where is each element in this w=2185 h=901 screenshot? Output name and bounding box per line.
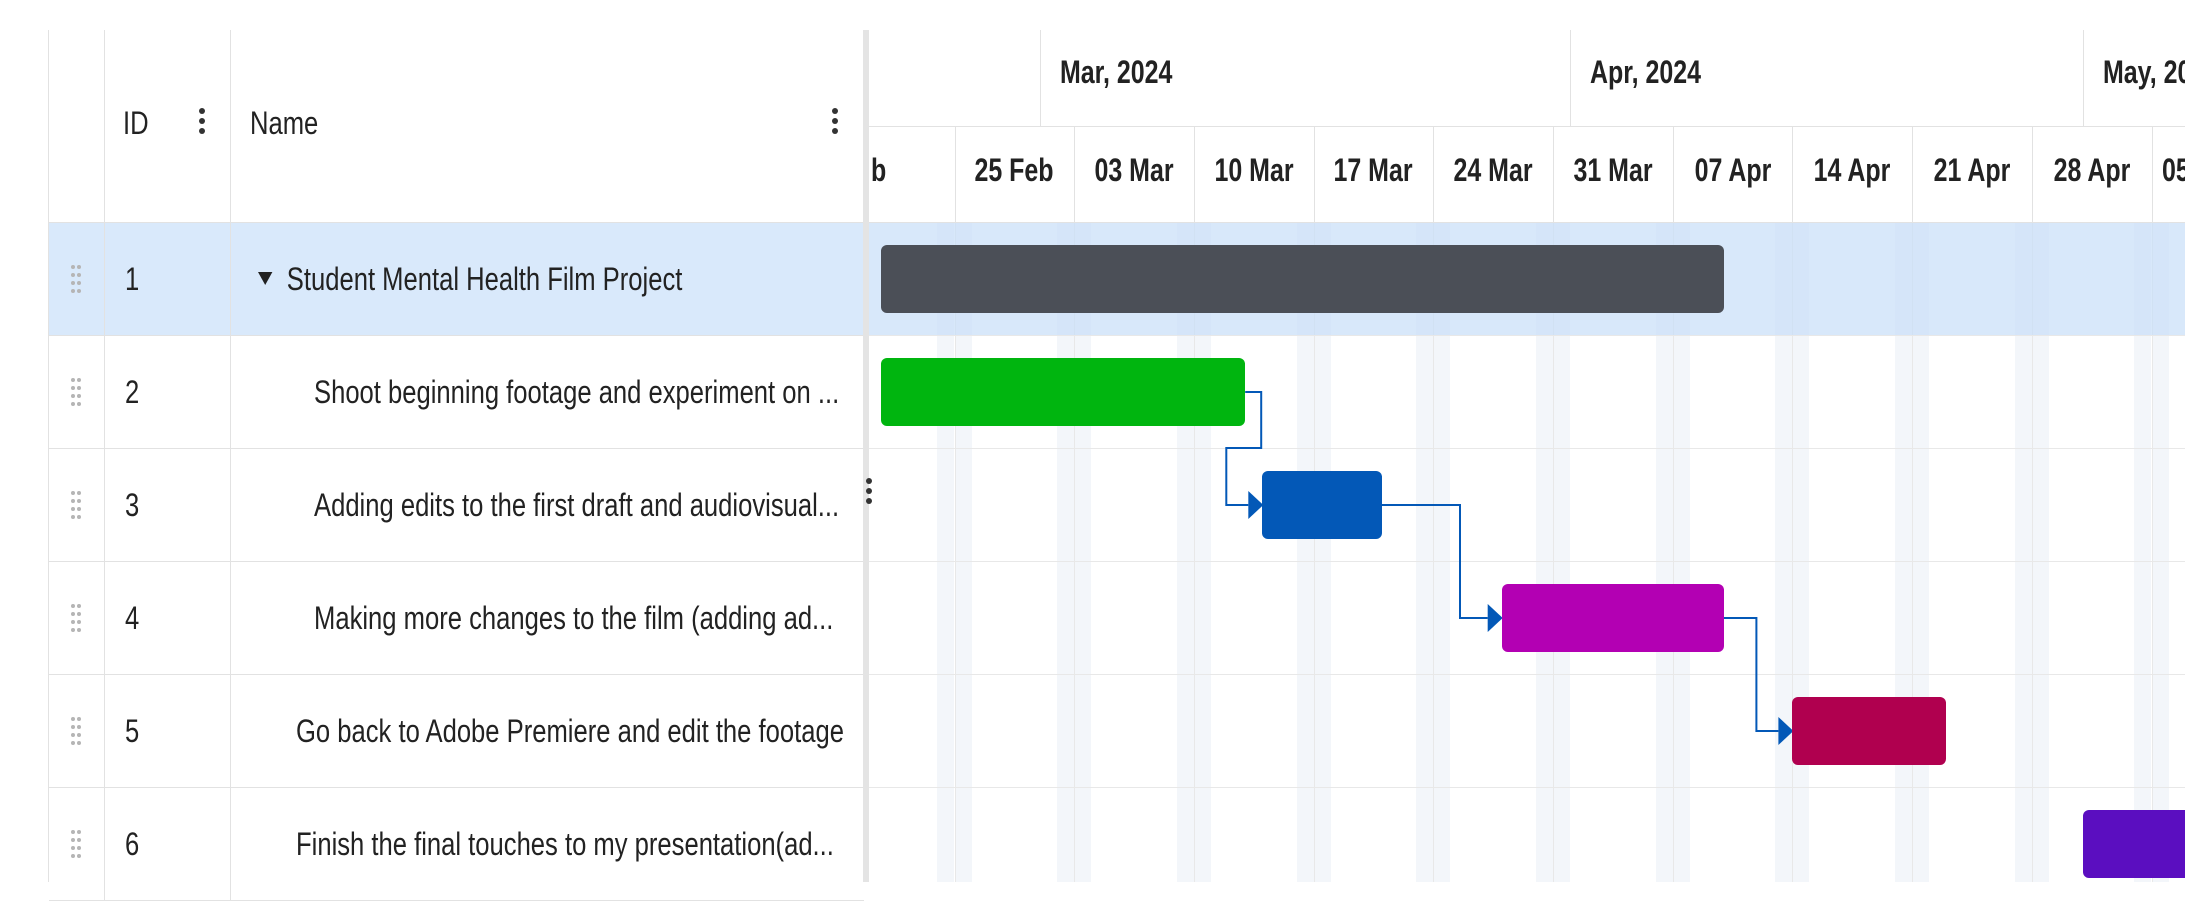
month-divider bbox=[1570, 30, 1571, 127]
task-name-text: Making more changes to the film (adding … bbox=[314, 600, 833, 636]
task-name-cell[interactable]: Finish the final touches to my presentat… bbox=[296, 788, 834, 901]
column-divider bbox=[104, 30, 105, 223]
task-name-text: Shoot beginning footage and experiment o… bbox=[314, 374, 839, 410]
column-divider bbox=[104, 223, 105, 336]
month-label: Mar, 2024 bbox=[1060, 54, 1172, 91]
drag-handle-icon[interactable] bbox=[71, 378, 83, 408]
week-label: 31 Mar bbox=[1566, 152, 1660, 189]
week-divider bbox=[1912, 127, 1913, 223]
task-name-text: Adding edits to the first draft and audi… bbox=[314, 487, 839, 523]
week-label: 17 Mar bbox=[1327, 152, 1421, 189]
dependency-arrow-icon bbox=[1778, 717, 1793, 745]
task-bar[interactable] bbox=[1502, 584, 1724, 652]
task-name-text: Go back to Adobe Premiere and edit the f… bbox=[296, 713, 844, 749]
month-divider bbox=[1040, 30, 1041, 127]
name-column-menu-icon[interactable] bbox=[832, 108, 840, 138]
column-divider bbox=[230, 562, 231, 675]
column-divider bbox=[230, 223, 231, 336]
task-grid: ID Name 1 Student Mental Health Film Proj… bbox=[48, 30, 863, 882]
task-bar[interactable] bbox=[881, 358, 1245, 426]
week-divider bbox=[1792, 127, 1793, 223]
week-divider bbox=[955, 127, 956, 223]
column-divider bbox=[104, 449, 105, 562]
drag-handle-icon[interactable] bbox=[71, 265, 83, 295]
task-id-cell: 3 bbox=[125, 449, 139, 562]
task-name-cell[interactable]: Student Mental Health Film Project bbox=[258, 223, 682, 336]
dependency-line[interactable] bbox=[1382, 505, 1488, 618]
table-row[interactable]: 2 Shoot beginning footage and experiment … bbox=[49, 336, 864, 449]
drag-handle-icon[interactable] bbox=[71, 717, 83, 747]
week-label: 05 M bbox=[2162, 152, 2185, 189]
column-divider bbox=[230, 788, 231, 901]
table-row[interactable]: 4 Making more changes to the film (adding… bbox=[49, 562, 864, 675]
week-label: 14 Apr bbox=[1805, 152, 1899, 189]
column-divider bbox=[230, 30, 231, 223]
gantt-body bbox=[869, 223, 2185, 882]
column-divider bbox=[104, 336, 105, 449]
table-row[interactable]: 6 Finish the final touches to my presenta… bbox=[49, 788, 864, 901]
week-label: 25 Feb bbox=[968, 152, 1062, 189]
week-label: 07 Apr bbox=[1686, 152, 1780, 189]
name-column-header[interactable]: Name bbox=[250, 105, 318, 142]
drag-handle-icon[interactable] bbox=[71, 491, 83, 521]
collapse-caret-icon[interactable] bbox=[258, 272, 272, 285]
task-name-cell[interactable]: Making more changes to the film (adding … bbox=[314, 562, 833, 675]
week-divider bbox=[1314, 127, 1315, 223]
gantt-chart: Mar, 2024 Apr, 2024 May, 2024 b 25 Feb 03 Ma… bbox=[869, 30, 2185, 882]
week-divider bbox=[2152, 127, 2153, 223]
table-row[interactable]: 1 Student Mental Health Film Project bbox=[49, 223, 864, 336]
column-divider bbox=[104, 562, 105, 675]
week-divider bbox=[1433, 127, 1434, 223]
week-label: 24 Mar bbox=[1446, 152, 1540, 189]
drag-handle-icon[interactable] bbox=[71, 604, 83, 634]
task-id-cell: 4 bbox=[125, 562, 139, 675]
timeline-header-divider bbox=[869, 126, 2185, 127]
month-label: May, 2024 bbox=[2103, 54, 2185, 91]
task-name-text: Finish the final touches to my presentat… bbox=[296, 826, 834, 862]
summary-task-bar[interactable] bbox=[881, 245, 1724, 313]
column-divider bbox=[104, 675, 105, 788]
week-divider bbox=[1553, 127, 1554, 223]
week-label: 28 Apr bbox=[2045, 152, 2139, 189]
drag-handle-icon[interactable] bbox=[71, 830, 83, 860]
id-column-menu-icon[interactable] bbox=[199, 108, 207, 138]
week-divider bbox=[1194, 127, 1195, 223]
task-id-cell: 1 bbox=[125, 223, 139, 336]
dependency-links bbox=[869, 223, 2185, 882]
task-id-cell: 6 bbox=[125, 788, 139, 901]
week-label: 21 Apr bbox=[1925, 152, 2019, 189]
timeline-header: Mar, 2024 Apr, 2024 May, 2024 b 25 Feb 03 Ma… bbox=[869, 30, 2185, 223]
dependency-line[interactable] bbox=[1724, 618, 1778, 731]
table-row[interactable]: 5 Go back to Adobe Premiere and edit the … bbox=[49, 675, 864, 788]
column-divider bbox=[230, 675, 231, 788]
task-bar[interactable] bbox=[1262, 471, 1382, 539]
task-bar[interactable] bbox=[2083, 810, 2185, 878]
column-divider bbox=[104, 788, 105, 901]
task-id-cell: 5 bbox=[125, 675, 139, 788]
column-divider bbox=[230, 336, 231, 449]
task-name-text: Student Mental Health Film Project bbox=[287, 261, 683, 297]
id-column-header[interactable]: ID bbox=[123, 105, 149, 142]
task-name-cell[interactable]: Adding edits to the first draft and audi… bbox=[314, 449, 839, 562]
dependency-arrow-icon bbox=[1488, 604, 1503, 632]
task-name-cell[interactable]: Shoot beginning footage and experiment o… bbox=[314, 336, 839, 449]
column-divider bbox=[230, 449, 231, 562]
week-divider bbox=[1673, 127, 1674, 223]
week-label: b bbox=[871, 152, 886, 189]
task-id-cell: 2 bbox=[125, 336, 139, 449]
task-name-cell[interactable]: Go back to Adobe Premiere and edit the f… bbox=[296, 675, 844, 788]
dependency-arrow-icon bbox=[1248, 491, 1263, 519]
month-divider bbox=[2083, 30, 2084, 127]
table-row[interactable]: 3 Adding edits to the first draft and aud… bbox=[49, 449, 864, 562]
week-divider bbox=[2032, 127, 2033, 223]
week-label: 03 Mar bbox=[1087, 152, 1181, 189]
week-label: 10 Mar bbox=[1207, 152, 1301, 189]
task-bar[interactable] bbox=[1792, 697, 1946, 765]
grid-header: ID Name bbox=[49, 30, 864, 223]
month-label: Apr, 2024 bbox=[1590, 54, 1701, 91]
week-divider bbox=[1074, 127, 1075, 223]
